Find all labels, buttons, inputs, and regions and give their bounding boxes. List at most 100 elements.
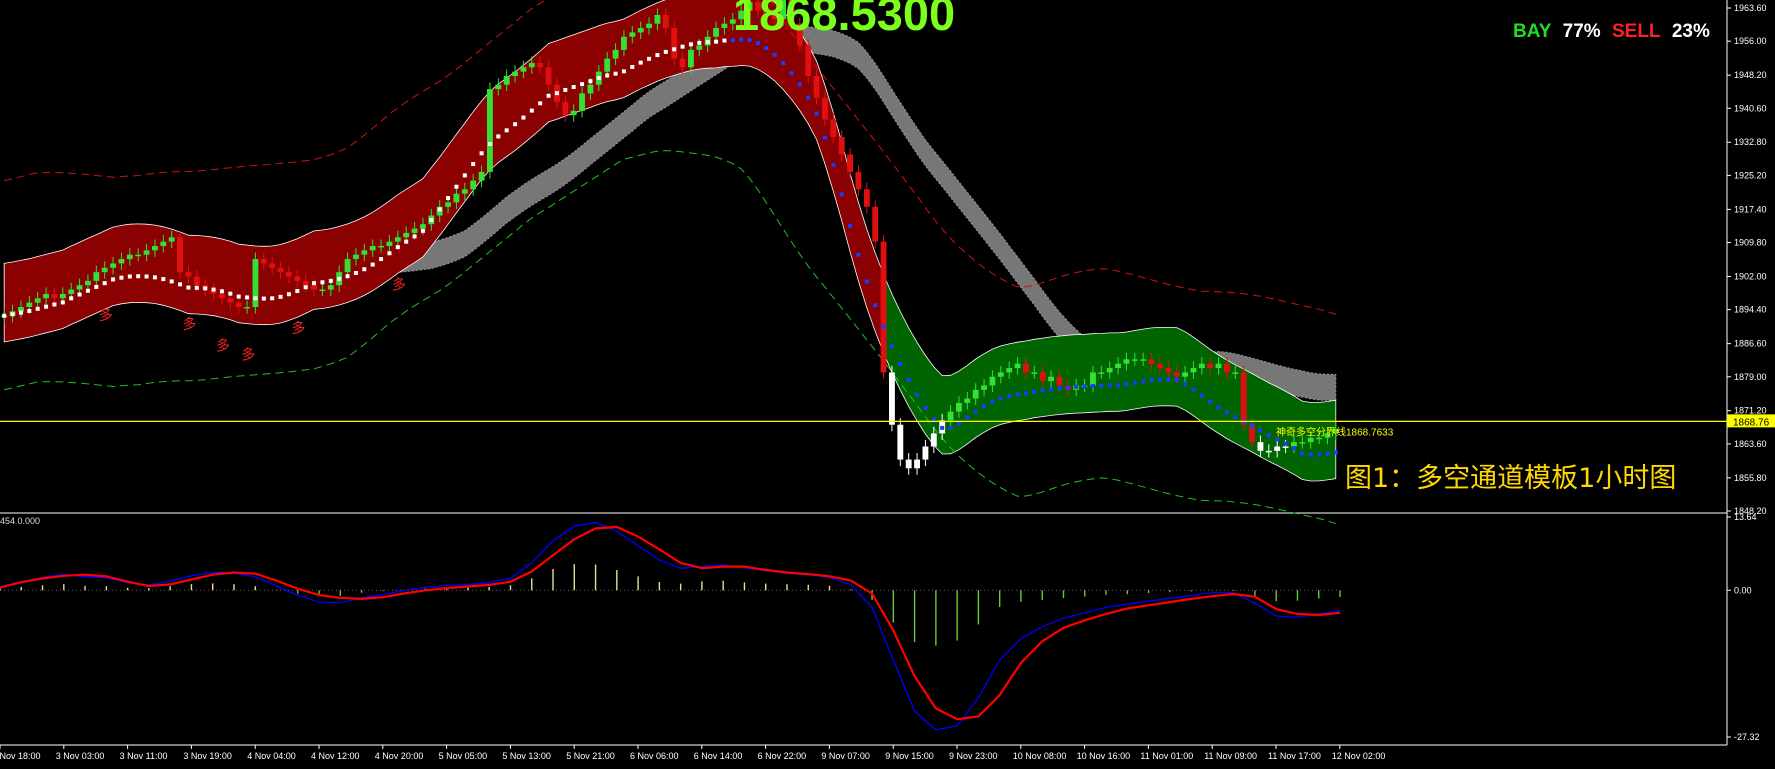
trend-dot bbox=[1157, 377, 1162, 382]
trend-dot bbox=[18, 310, 23, 315]
time-tick-label-1: 3 Nov 03:00 bbox=[56, 751, 105, 761]
trend-dot bbox=[1224, 410, 1229, 415]
candle-body bbox=[520, 67, 527, 72]
candle-body bbox=[671, 28, 678, 59]
bay-percent: 77% bbox=[1562, 21, 1601, 42]
candle-body bbox=[1014, 363, 1021, 369]
macd-red-line bbox=[0, 525, 1341, 721]
trend-dot bbox=[663, 49, 668, 54]
candle-body bbox=[956, 402, 962, 412]
candle-body bbox=[327, 285, 334, 290]
price-tick-label-9: 1894.40 bbox=[1734, 305, 1767, 315]
price-tick-label-0: 1963.60 bbox=[1734, 3, 1767, 13]
candle-body bbox=[110, 263, 116, 268]
candle-body bbox=[1215, 363, 1222, 369]
trend-dot bbox=[948, 425, 953, 430]
macd-tick-label-0: 13.64 bbox=[1734, 512, 1757, 522]
trend-dot bbox=[1191, 387, 1196, 392]
trend-dot bbox=[345, 274, 350, 279]
trend-dot bbox=[228, 291, 233, 296]
trend-dot bbox=[362, 267, 367, 272]
candle-body bbox=[696, 45, 703, 50]
time-tick-label-18: 11 Nov 01:00 bbox=[1140, 751, 1193, 761]
candle-body bbox=[59, 293, 66, 299]
time-tick-label-2: 3 Nov 11:00 bbox=[120, 751, 168, 761]
candle-body bbox=[160, 241, 167, 246]
candle-body bbox=[989, 376, 996, 386]
trend-dot bbox=[111, 277, 116, 282]
price-tick-label-5: 1925.20 bbox=[1734, 170, 1767, 180]
candle-body bbox=[1173, 372, 1180, 377]
candle-body bbox=[1157, 363, 1163, 369]
price-tick-label-10: 1886.60 bbox=[1734, 339, 1767, 349]
trend-dot bbox=[1174, 377, 1179, 382]
price-tick-label-13: 1863.60 bbox=[1734, 439, 1767, 449]
candle-body bbox=[185, 272, 192, 277]
candle-body bbox=[1098, 372, 1105, 374]
trend-dot bbox=[85, 288, 90, 293]
candle-body bbox=[453, 193, 460, 203]
trend-dot bbox=[437, 207, 442, 212]
signal-marker-5: 多 bbox=[392, 277, 406, 293]
candle-body bbox=[260, 259, 267, 264]
time-tick-label-9: 5 Nov 21:00 bbox=[566, 751, 615, 761]
candle-body bbox=[235, 302, 242, 308]
candle-body bbox=[629, 32, 636, 37]
trend-dot bbox=[1116, 383, 1121, 388]
trend-dot bbox=[638, 60, 643, 65]
candle-body bbox=[1207, 363, 1214, 369]
candle-body bbox=[604, 58, 611, 72]
trend-dot bbox=[320, 280, 325, 285]
trend-dot bbox=[538, 101, 543, 106]
trend-dot bbox=[680, 44, 685, 49]
candle-body bbox=[813, 75, 820, 98]
trend-dot bbox=[722, 38, 727, 43]
candle-body bbox=[847, 154, 853, 172]
candle-body bbox=[562, 102, 569, 116]
candle-body bbox=[101, 267, 108, 273]
candle-body bbox=[403, 232, 410, 238]
trend-dot bbox=[1325, 451, 1330, 456]
trend-dot bbox=[2, 313, 7, 318]
candle-body bbox=[1182, 372, 1188, 377]
big-price: 1868.5300 bbox=[733, 0, 956, 40]
boundary-price-badge: 1868.76 bbox=[1733, 417, 1770, 428]
candle-body bbox=[838, 137, 845, 155]
time-tick-label-10: 6 Nov 06:00 bbox=[630, 751, 679, 761]
candle-body bbox=[302, 280, 309, 286]
trend-dot bbox=[353, 271, 358, 276]
price-tick-label-8: 1902.00 bbox=[1734, 271, 1767, 281]
candle-body bbox=[1274, 446, 1281, 451]
trend-dot bbox=[1082, 384, 1087, 389]
trend-dot bbox=[412, 234, 417, 239]
candle-body bbox=[219, 293, 225, 299]
trend-dot bbox=[630, 64, 635, 69]
candle-body bbox=[997, 372, 1004, 377]
candle-body bbox=[721, 23, 728, 29]
candle-body bbox=[51, 293, 58, 299]
trend-dot bbox=[1208, 399, 1213, 404]
candle-body bbox=[420, 224, 426, 229]
trend-dot bbox=[504, 128, 509, 133]
trend-dot bbox=[647, 56, 652, 61]
time-tick-label-6: 4 Nov 20:00 bbox=[375, 751, 424, 761]
trend-dot bbox=[479, 151, 484, 156]
trend-dot bbox=[178, 282, 183, 287]
trend-dot bbox=[1099, 383, 1104, 388]
candle-body bbox=[1291, 442, 1297, 447]
candle-body bbox=[587, 84, 594, 94]
trend-dot bbox=[370, 262, 375, 267]
trend-dot bbox=[404, 239, 409, 244]
trend-dot bbox=[379, 257, 384, 262]
price-tick-label-7: 1909.80 bbox=[1734, 238, 1767, 248]
trend-dot bbox=[245, 295, 250, 300]
candle-body bbox=[1048, 376, 1054, 382]
candle-body bbox=[1140, 359, 1147, 361]
candle-body bbox=[319, 289, 326, 292]
candle-body bbox=[269, 263, 276, 268]
time-tick-label-13: 9 Nov 07:00 bbox=[821, 751, 870, 761]
candle-body bbox=[872, 206, 879, 242]
candle-body bbox=[621, 36, 627, 50]
sell-percent: 23% bbox=[1671, 21, 1710, 42]
candle-body bbox=[495, 84, 502, 90]
